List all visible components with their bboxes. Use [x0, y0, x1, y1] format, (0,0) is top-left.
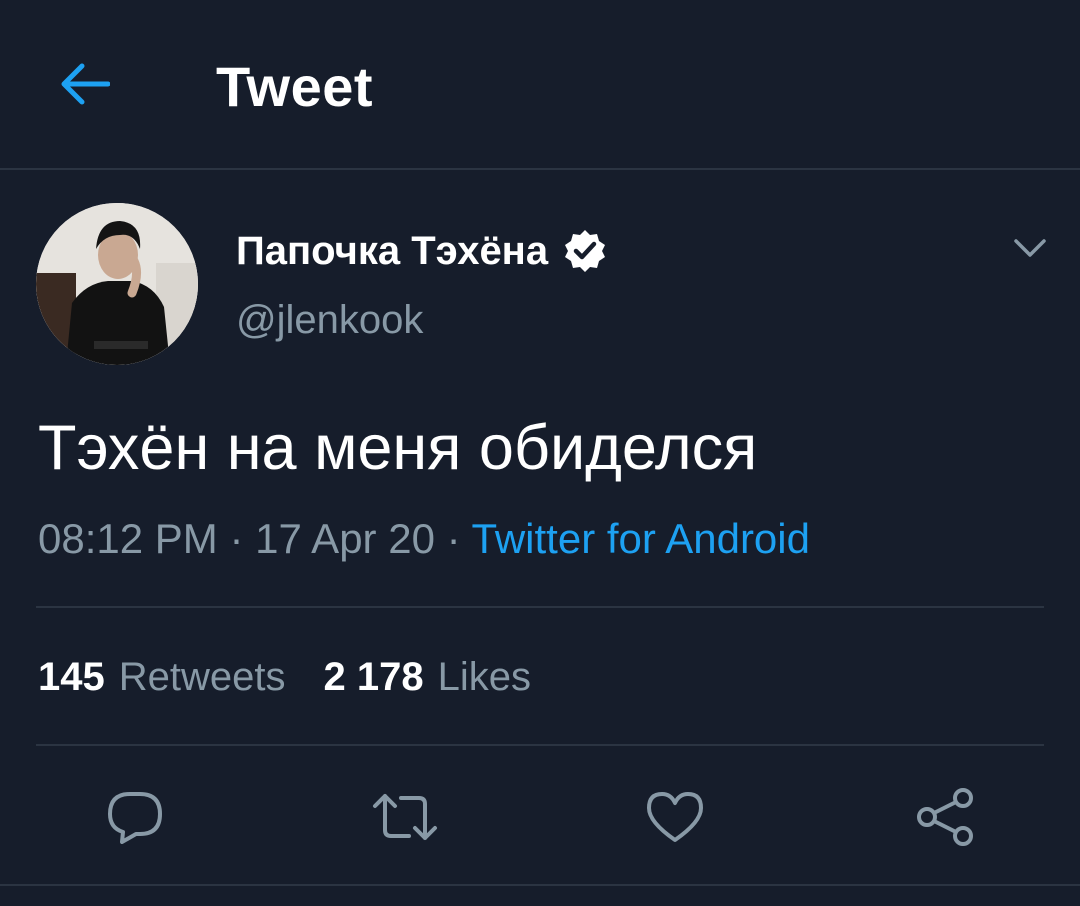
- reply-icon: [108, 792, 162, 844]
- divider: [36, 744, 1044, 746]
- meta-separator: ·: [434, 515, 472, 562]
- tweet-menu-button[interactable]: [1008, 228, 1052, 268]
- tweet-time: 08:12 PM: [38, 515, 218, 562]
- reply-button[interactable]: [100, 782, 170, 852]
- meta-separator: ·: [217, 515, 256, 562]
- likes-label: Likes: [437, 655, 531, 699]
- like-button[interactable]: [640, 782, 710, 852]
- chevron-down-icon: [1014, 239, 1046, 257]
- tweet-stats: 145 Retweets 2 178 Likes: [38, 655, 531, 700]
- tweet-meta: 08:12 PM · 17 Apr 20 · Twitter for Andro…: [38, 515, 810, 563]
- author-name-row[interactable]: Папочка Тэхёна: [236, 225, 608, 277]
- like-icon: [647, 792, 703, 842]
- share-button[interactable]: [910, 782, 980, 852]
- top-app-bar: Tweet: [0, 0, 1080, 170]
- divider: [0, 884, 1080, 886]
- retweets-label: Retweets: [118, 655, 286, 699]
- back-button[interactable]: [52, 52, 116, 116]
- retweet-icon: [373, 794, 437, 840]
- retweets-count: 145: [38, 655, 105, 699]
- tweet-source-link[interactable]: Twitter for Android: [472, 515, 810, 562]
- tweet-text: Тэхён на меня обиделся: [38, 413, 758, 483]
- tweet-date: 17 Apr 20: [255, 515, 435, 562]
- retweets-stat[interactable]: 145 Retweets: [38, 655, 286, 700]
- share-icon: [917, 788, 973, 846]
- display-name: Папочка Тэхёна: [236, 228, 549, 273]
- tweet-detail-screen: Tweet Папочка Тэхёна @jlenkook Тэхён на …: [0, 0, 1080, 906]
- likes-stat[interactable]: 2 178 Likes: [324, 655, 532, 700]
- divider: [36, 606, 1044, 608]
- arrow-left-icon: [61, 63, 110, 105]
- avatar-photo: [36, 203, 198, 365]
- verified-badge-icon: [562, 228, 608, 274]
- page-title: Tweet: [216, 55, 374, 118]
- retweet-button[interactable]: [370, 782, 440, 852]
- avatar[interactable]: [36, 203, 198, 365]
- author-handle[interactable]: @jlenkook: [236, 298, 423, 343]
- likes-count: 2 178: [323, 655, 424, 699]
